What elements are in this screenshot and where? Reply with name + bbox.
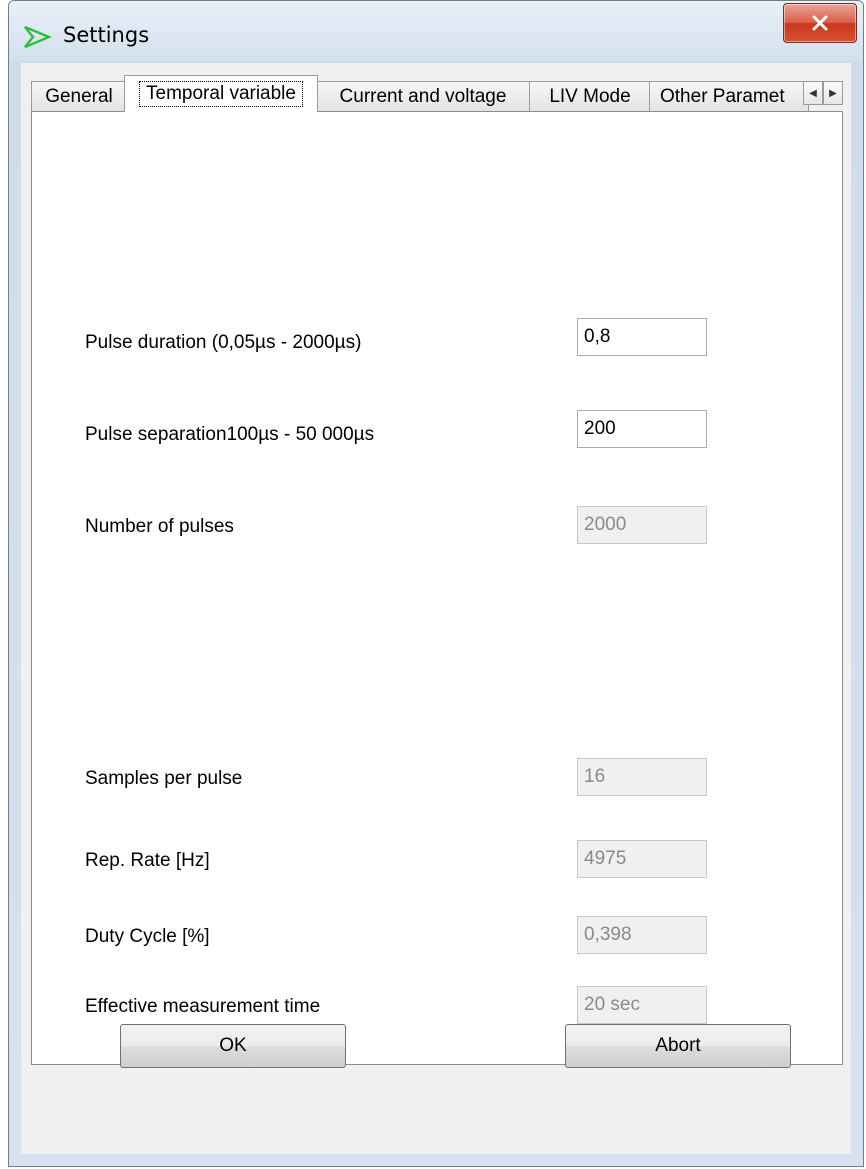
tab-label: Temporal variable: [139, 81, 303, 107]
close-icon: [812, 15, 828, 31]
app-icon: [24, 25, 51, 49]
tab-scroll-buttons: ◀ ▶: [803, 81, 843, 105]
dialog-client-area: General Temporal variable Current and vo…: [21, 63, 851, 1154]
effective-measurement-time-field: 20 sec: [577, 986, 707, 1024]
tab-current-and-voltage[interactable]: Current and voltage: [315, 81, 531, 111]
tab-liv-mode[interactable]: LIV Mode: [529, 81, 651, 111]
pulse-duration-label: Pulse duration (0,05µs - 2000µs): [85, 332, 362, 353]
pulse-duration-input[interactable]: 0,8: [577, 318, 707, 356]
tab-label: Other Paramet: [660, 85, 785, 107]
ok-button[interactable]: OK: [120, 1024, 346, 1068]
rep-rate-label: Rep. Rate [Hz]: [85, 850, 210, 871]
samples-per-pulse-label: Samples per pulse: [85, 768, 243, 789]
window-title: Settings: [63, 23, 150, 47]
pulse-separation-label: Pulse separation100µs - 50 000µs: [85, 424, 375, 445]
tab-label: LIV Mode: [549, 85, 631, 107]
rep-rate-field: 4975: [577, 840, 707, 878]
title-bar[interactable]: Settings: [9, 1, 863, 61]
samples-per-pulse-field: 16: [577, 758, 707, 796]
tab-strip: General Temporal variable Current and vo…: [31, 73, 843, 112]
tab-scroll-right-button[interactable]: ▶: [823, 81, 843, 105]
arrow-right-icon: ▶: [829, 87, 837, 99]
tab-label: Current and voltage: [339, 85, 507, 107]
settings-window: Settings General Temporal variable Curre…: [8, 0, 864, 1167]
tab-temporal-variable[interactable]: Temporal variable: [124, 75, 318, 112]
duty-cycle-field: 0,398: [577, 916, 707, 954]
tab-label: General: [45, 85, 113, 107]
arrow-left-icon: ◀: [809, 87, 817, 99]
effective-measurement-time-label: Effective measurement time: [85, 996, 321, 1017]
number-of-pulses-label: Number of pulses: [85, 516, 234, 537]
pulse-separation-input[interactable]: 200: [577, 410, 707, 448]
close-button[interactable]: [783, 3, 857, 43]
tab-scroll-left-button[interactable]: ◀: [803, 81, 823, 105]
tab-general[interactable]: General: [31, 81, 127, 111]
tab-other-parameters[interactable]: Other Paramet: [649, 81, 809, 111]
tab-panel-temporal-variable: Pulse duration (0,05µs - 2000µs) 0,8 Pul…: [31, 111, 843, 1065]
number-of-pulses-field: 2000: [577, 506, 707, 544]
abort-button[interactable]: Abort: [565, 1024, 791, 1068]
duty-cycle-label: Duty Cycle [%]: [85, 926, 210, 947]
